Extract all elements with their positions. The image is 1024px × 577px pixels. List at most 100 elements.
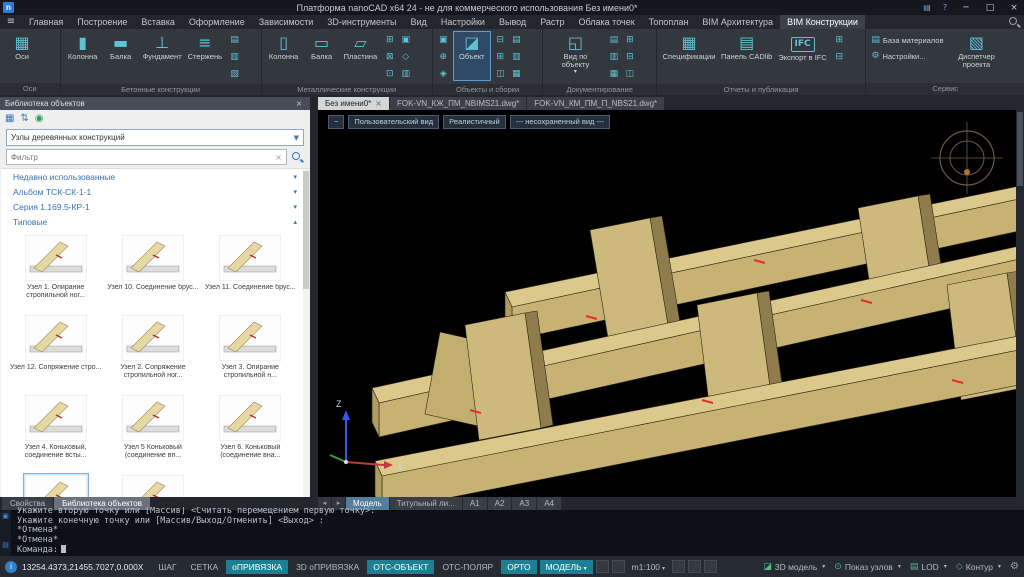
node-item[interactable]	[104, 473, 201, 497]
ribbon-small-tool-icon[interactable]: ⊡	[382, 66, 397, 81]
minimize-button[interactable]: ─	[956, 0, 976, 15]
ribbon-small-tool-icon[interactable]: ▥	[509, 49, 524, 64]
ribbon-small-tool-icon[interactable]: ⊟	[493, 32, 508, 47]
panel-close-icon[interactable]: ×	[293, 99, 305, 108]
status-tool-icon[interactable]	[596, 560, 609, 573]
ribbon-small-tool-icon[interactable]: ⊠	[382, 49, 397, 64]
close-tab-icon[interactable]: ×	[375, 99, 382, 108]
status-toggle[interactable]: СЕТКА	[185, 560, 225, 574]
filter-input[interactable]	[11, 153, 275, 162]
status-tool-icon[interactable]	[612, 560, 625, 573]
status-toggle[interactable]: оПРИВЯЗКА	[226, 560, 288, 574]
ribbon-small-tool-icon[interactable]: ▤	[227, 32, 242, 47]
object-button[interactable]: ◪ Объект ▾	[453, 31, 491, 81]
ribbon-small-tool-icon[interactable]: ▦	[606, 66, 621, 81]
ribbon-list-button[interactable]: ⚙ Настройки...	[869, 49, 945, 63]
ribbon-tab[interactable]: Построение	[70, 15, 134, 29]
ribbon-search-icon[interactable]	[1004, 15, 1024, 29]
ribbon-tab[interactable]: Настройки	[434, 15, 492, 29]
status-option[interactable]: ◪ 3D модель ▾	[763, 562, 825, 572]
status-option[interactable]: ⊙ Показ узлов ▾	[834, 562, 901, 572]
ribbon-small-tool-icon[interactable]: ◫	[622, 66, 637, 81]
tree-group-row[interactable]: Серия 1.169.5-КР-1 ▾	[1, 199, 309, 214]
status-toggle[interactable]: ОТС-ПОЛЯР	[436, 560, 499, 574]
ribbon-small-tool-icon[interactable]: ▤	[606, 32, 621, 47]
ribbon-button[interactable]: ▦ Оси ▾	[3, 31, 41, 81]
ribbon-small-tool-icon[interactable]: ⊟	[832, 49, 847, 64]
tree-group-row[interactable]: Типовые ▴	[1, 214, 309, 229]
status-option[interactable]: ◇ Контур ▾	[956, 562, 1001, 572]
ribbon-button[interactable]: ≡ Стержень ▾	[185, 31, 225, 81]
quick-settings-icon[interactable]: ▤	[920, 3, 934, 12]
ribbon-small-tool-icon[interactable]: ⊞	[832, 32, 847, 47]
node-item[interactable]: Узел 5 Коньковый (соединение вп...	[104, 393, 201, 467]
ribbon-tab[interactable]: Зависимости	[252, 15, 321, 29]
status-option[interactable]: ▤ LOD ▾	[910, 562, 947, 572]
command-log[interactable]: Укажите вторую точку или [Массив] <Счита…	[11, 507, 1024, 556]
ribbon-button[interactable]: ▮ Колонна ▾	[64, 31, 102, 81]
refresh-icon[interactable]: ◉	[35, 113, 44, 125]
status-toggle[interactable]: 3D оПРИВЯЗКА	[290, 560, 365, 574]
node-item[interactable]: Узел 3. Опирание стропильной н...	[202, 313, 299, 387]
ribbon-button[interactable]: ◱ Вид по объекту ▾	[546, 31, 604, 81]
notification-icon[interactable]: i	[5, 561, 17, 573]
ribbon-tab[interactable]: Оформление	[182, 15, 252, 29]
ribbon-list-button[interactable]: ▤ База материалов	[869, 33, 945, 47]
gear-icon[interactable]: ⚙	[1010, 561, 1019, 572]
ribbon-small-tool-icon[interactable]: ▧	[227, 66, 242, 81]
ribbon-small-tool-icon[interactable]: ▣	[398, 32, 413, 47]
ribbon-button[interactable]: ▤ Панель CADlib ▾	[718, 31, 775, 81]
node-item[interactable]: Узел 2. Сопряжение стропильной ног...	[104, 313, 201, 387]
status-tool-icon[interactable]	[704, 560, 717, 573]
command-prompt[interactable]: Команда:	[17, 545, 1024, 556]
scrollbar-thumb[interactable]	[303, 171, 309, 289]
help-icon[interactable]: ?	[938, 3, 952, 12]
node-item[interactable]: Узел 1. Опирание стропильной ног...	[7, 233, 104, 307]
tree-group-row[interactable]: Недавно использованные ▾	[1, 169, 309, 184]
command-history-icon[interactable]: ▣	[2, 513, 9, 520]
maximize-button[interactable]: □	[980, 0, 1000, 15]
category-select[interactable]: Узлы деревянных конструкций ▼	[6, 129, 304, 146]
ribbon-small-tool-icon[interactable]: ◇	[398, 49, 413, 64]
status-toggle[interactable]: ОТС-ОБЪЕКТ	[367, 560, 434, 574]
search-icon[interactable]	[291, 151, 304, 164]
ribbon-small-tool-icon[interactable]: ⊟	[622, 49, 637, 64]
node-item[interactable]	[7, 473, 104, 497]
ribbon-small-tool-icon[interactable]: ⊞	[622, 32, 637, 47]
ribbon-small-tool-icon[interactable]: ▥	[398, 66, 413, 81]
ribbon-tab[interactable]: Вид	[404, 15, 434, 29]
ribbon-tab[interactable]: Облака точек	[572, 15, 642, 29]
ribbon-small-tool-icon[interactable]: ▥	[227, 49, 242, 64]
ribbon-tab[interactable]: Вставка	[134, 15, 181, 29]
viewport-control[interactable]: Пользовательский вид	[348, 115, 439, 129]
ribbon-button[interactable]: ⊥ Фундамент ▾	[140, 31, 185, 81]
ribbon-small-tool-icon[interactable]: ◫	[493, 66, 508, 81]
viewport-control[interactable]: --- несохраненный вид ---	[510, 115, 610, 129]
ribbon-tab[interactable]: Вывод	[492, 15, 533, 29]
scrollbar-thumb[interactable]	[1017, 112, 1023, 186]
ribbon-tab[interactable]: BIM Архитектура	[695, 15, 780, 29]
document-tab[interactable]: Без имени0* ×	[318, 97, 390, 110]
ribbon-button[interactable]: ▯ Колонна ▾	[265, 31, 303, 81]
command-options-icon[interactable]: ▤	[2, 542, 9, 549]
ribbon-button[interactable]: ▱ Пластина ▾	[341, 31, 381, 81]
ribbon-tab[interactable]: Растр	[533, 15, 571, 29]
ribbon-small-tool-icon[interactable]: ◈	[436, 66, 451, 81]
project-manager-button[interactable]: ▧ Диспетчер проекта ▾	[947, 31, 1005, 81]
viewport-control[interactable]: −	[328, 115, 344, 129]
status-tool-icon[interactable]	[672, 560, 685, 573]
node-item[interactable]: Узел 6. Коньковый (соединение вна...	[202, 393, 299, 467]
node-item[interactable]: Узел 10. Соединение брус...	[104, 233, 201, 307]
ribbon-small-tool-icon[interactable]: ⊕	[436, 49, 451, 64]
node-item[interactable]: Узел 12. Сопряжение стро...	[7, 313, 104, 387]
node-item[interactable]: Узел 4. Коньковый, соединение всты...	[7, 393, 104, 467]
document-tab[interactable]: FOK-VN_КМ_ПМ_П_NBS21.dwg* ×	[527, 97, 665, 110]
ribbon-small-tool-icon[interactable]: ⊞	[382, 32, 397, 47]
status-toggle[interactable]: ШАГ	[152, 560, 182, 574]
viewport-control[interactable]: Реалистичный	[443, 115, 506, 129]
viewport-scrollbar[interactable]	[1016, 110, 1024, 497]
model-space-toggle[interactable]: МОДЕЛЬ▾	[540, 560, 593, 574]
ribbon-button[interactable]: ▬ Балка ▾	[102, 31, 140, 81]
ribbon-button[interactable]: IFC Экспорт в IFC ▾	[775, 31, 829, 81]
close-button[interactable]: ×	[1004, 0, 1024, 15]
